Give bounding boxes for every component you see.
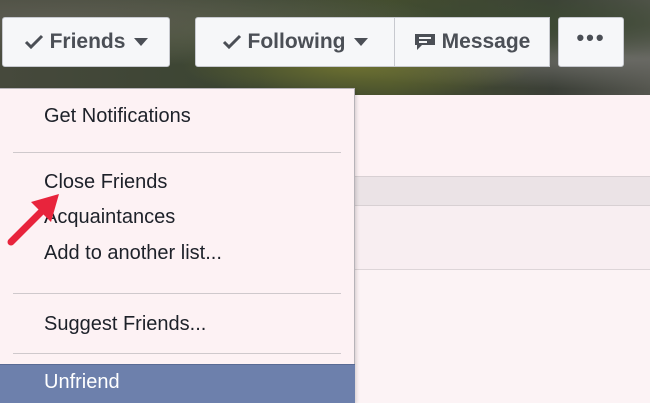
menu-separator [13, 353, 341, 354]
menu-separator [13, 152, 341, 153]
menu-item-get-notifications[interactable]: Get Notifications [44, 105, 191, 128]
friends-button[interactable]: Friends [2, 17, 170, 67]
message-button-label: Message [441, 30, 531, 53]
message-icon [414, 34, 435, 50]
message-button[interactable]: Message [395, 17, 550, 67]
more-options-button[interactable]: ••• [558, 17, 624, 67]
caret-down-icon [354, 38, 369, 46]
background-row [355, 176, 650, 206]
menu-separator [13, 293, 341, 294]
menu-item-suggest-friends[interactable]: Suggest Friends... [44, 313, 206, 336]
menu-item-unfriend[interactable]: Unfriend [0, 364, 355, 403]
checkmark-icon [222, 34, 241, 50]
background-row [355, 206, 650, 270]
following-button-label: Following [247, 30, 346, 53]
more-dots-icon: ••• [576, 25, 606, 50]
red-arrow-annotation-icon [7, 194, 59, 246]
checkmark-icon [24, 34, 43, 50]
unfriend-label: Unfriend [44, 371, 120, 393]
menu-item-add-to-list[interactable]: Add to another list... [44, 242, 222, 265]
friends-button-label: Friends [49, 30, 126, 53]
background-panel [355, 270, 650, 403]
caret-down-icon [134, 38, 149, 46]
following-button[interactable]: Following [195, 17, 395, 67]
